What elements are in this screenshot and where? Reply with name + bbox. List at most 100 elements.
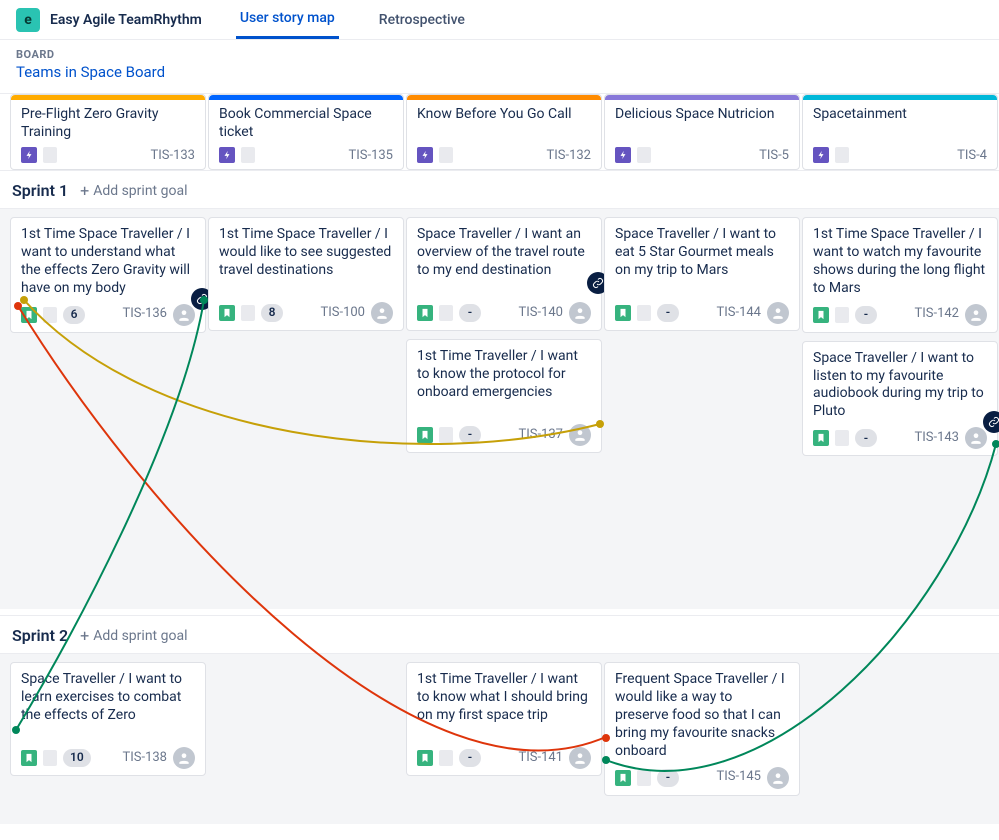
dependency-link-icon[interactable] <box>983 411 999 433</box>
story-card[interactable]: Frequent Space Traveller / I would like … <box>604 662 800 796</box>
assignee-avatar[interactable] <box>173 747 195 769</box>
issue-key[interactable]: TIS-141 <box>518 750 563 767</box>
story-card[interactable]: 1st Time Traveller / I want to know what… <box>406 662 602 776</box>
issue-key[interactable]: TIS-142 <box>914 306 959 323</box>
assignee-avatar[interactable] <box>569 302 591 324</box>
story-summary: Frequent Space Traveller / I would like … <box>615 671 789 761</box>
story-card[interactable]: Space Traveller / I want to eat 5 Star G… <box>604 217 800 331</box>
issue-key[interactable]: TIS-137 <box>518 427 563 444</box>
epic-card[interactable]: Know Before You Go CallTIS-132 <box>406 94 602 170</box>
story-card[interactable]: Space Traveller / I want an overview of … <box>406 217 602 331</box>
issue-key[interactable]: TIS-138 <box>122 750 167 767</box>
add-sprint-goal-button[interactable]: +Add sprint goal <box>80 183 187 199</box>
epic-title: Book Commercial Space ticket <box>209 100 403 147</box>
priority-chip <box>835 430 849 446</box>
issue-key[interactable]: TIS-100 <box>320 305 365 322</box>
board-header: BOARD Teams in Space Board <box>0 40 999 94</box>
add-goal-label: Add sprint goal <box>93 183 187 199</box>
story-summary: Space Traveller / I want to listen to my… <box>813 350 987 422</box>
assignee-avatar[interactable] <box>965 304 987 326</box>
story-type-icon <box>417 750 433 766</box>
story-summary: 1st Time Traveller / I want to know the … <box>417 348 591 418</box>
app-logo-icon: e <box>16 8 40 32</box>
epic-key[interactable]: TIS-5 <box>759 148 789 163</box>
issue-key[interactable]: TIS-140 <box>518 305 563 322</box>
tab-retrospective[interactable]: Retrospective <box>375 2 469 38</box>
story-type-icon <box>21 750 37 766</box>
story-points-badge: - <box>855 429 877 447</box>
add-sprint-goal-button[interactable]: +Add sprint goal <box>80 628 187 644</box>
issue-key[interactable]: TIS-143 <box>914 430 959 447</box>
issue-key[interactable]: TIS-144 <box>716 305 761 322</box>
assignee-avatar[interactable] <box>569 424 591 446</box>
story-card[interactable]: 1st Time Traveller / I want to know the … <box>406 339 602 453</box>
plus-icon: + <box>80 183 89 199</box>
story-summary: 1st Time Space Traveller / I would like … <box>219 226 393 296</box>
priority-chip <box>43 750 57 766</box>
assignee-avatar[interactable] <box>767 302 789 324</box>
column-cell: Frequent Space Traveller / I would like … <box>604 662 800 796</box>
epic-card[interactable]: Pre-Flight Zero Gravity TrainingTIS-133 <box>10 94 206 170</box>
story-points-badge: - <box>855 306 877 324</box>
story-card[interactable]: 1st Time Space Traveller / I would like … <box>208 217 404 331</box>
story-card[interactable]: 1st Time Space Traveller / I want to wat… <box>802 217 998 333</box>
story-summary: Space Traveller / I want to learn exerci… <box>21 671 195 741</box>
sprint-header: Sprint 1+Add sprint goal <box>0 170 999 209</box>
assignee-avatar[interactable] <box>371 302 393 324</box>
epic-title: Pre-Flight Zero Gravity Training <box>11 100 205 147</box>
issue-key[interactable]: TIS-145 <box>716 769 761 786</box>
column-cell: Space Traveller / I want an overview of … <box>406 217 602 453</box>
column-cell: Space Traveller / I want to eat 5 Star G… <box>604 217 800 331</box>
board-name-link[interactable]: Teams in Space Board <box>16 63 983 81</box>
epic-card[interactable]: SpacetainmentTIS-4 <box>802 94 998 170</box>
epic-type-icon <box>219 147 235 163</box>
story-card[interactable]: 1st Time Space Traveller / I want to und… <box>10 217 206 333</box>
column-cell: 1st Time Space Traveller / I would like … <box>208 217 404 331</box>
story-points-badge: 6 <box>63 306 85 324</box>
story-points-badge: - <box>459 749 481 767</box>
column-cell: Space Traveller / I want to learn exerci… <box>10 662 206 776</box>
story-points-badge: - <box>657 304 679 322</box>
assignee-avatar[interactable] <box>767 767 789 789</box>
epic-key[interactable]: TIS-132 <box>546 148 591 163</box>
sprint-header: Sprint 2 +Add sprint goal <box>0 615 999 654</box>
story-points-badge: - <box>459 426 481 444</box>
app-title: Easy Agile TeamRhythm <box>50 12 202 28</box>
board-label: BOARD <box>16 48 983 61</box>
epic-key[interactable]: TIS-4 <box>957 148 987 163</box>
story-summary: Space Traveller / I want to eat 5 Star G… <box>615 226 789 296</box>
tab-user-story-map[interactable]: User story map <box>236 0 339 39</box>
sprint-name: Sprint 2 <box>12 626 68 645</box>
epic-title: Spacetainment <box>803 100 997 147</box>
add-goal-label: Add sprint goal <box>93 628 187 644</box>
priority-chip <box>439 147 453 163</box>
story-type-icon <box>219 305 235 321</box>
story-type-icon <box>21 307 37 323</box>
priority-chip <box>439 305 453 321</box>
swimlane: Space Traveller / I want to learn exerci… <box>0 654 999 824</box>
epic-type-icon <box>21 147 37 163</box>
story-type-icon <box>417 427 433 443</box>
story-card[interactable]: Space Traveller / I want to learn exerci… <box>10 662 206 776</box>
story-summary: 1st Time Space Traveller / I want to und… <box>21 226 195 298</box>
story-card[interactable]: Space Traveller / I want to listen to my… <box>802 341 998 457</box>
epic-card[interactable]: Delicious Space NutricionTIS-5 <box>604 94 800 170</box>
story-type-icon <box>813 430 829 446</box>
story-type-icon <box>615 770 631 786</box>
top-bar: e Easy Agile TeamRhythm User story map R… <box>0 0 999 40</box>
priority-chip <box>43 307 57 323</box>
epic-key[interactable]: TIS-133 <box>150 148 195 163</box>
epic-card[interactable]: Book Commercial Space ticketTIS-135 <box>208 94 404 170</box>
priority-chip <box>439 750 453 766</box>
column-cell: 1st Time Space Traveller / I want to und… <box>10 217 206 333</box>
story-points-badge: 8 <box>261 304 283 322</box>
assignee-avatar[interactable] <box>173 304 195 326</box>
assignee-avatar[interactable] <box>569 747 591 769</box>
story-points-badge: - <box>657 769 679 787</box>
column-cell: 1st Time Traveller / I want to know what… <box>406 662 602 776</box>
priority-chip <box>43 147 57 163</box>
assignee-avatar[interactable] <box>965 427 987 449</box>
issue-key[interactable]: TIS-136 <box>122 306 167 323</box>
epic-key[interactable]: TIS-135 <box>348 148 393 163</box>
story-type-icon <box>615 305 631 321</box>
